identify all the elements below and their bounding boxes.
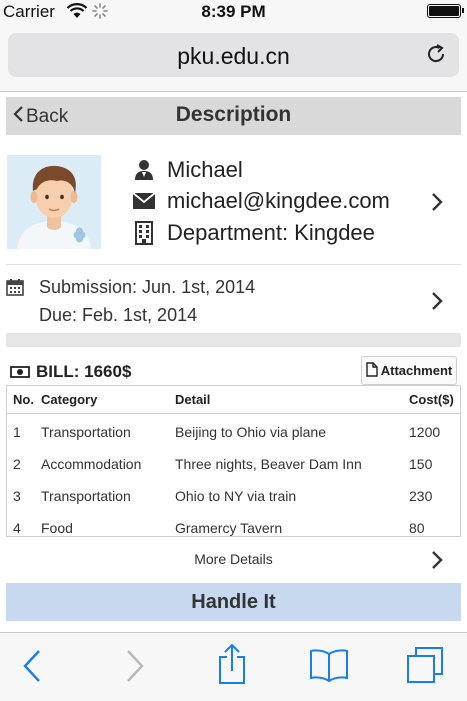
money-icon: [10, 366, 30, 378]
back-arrow-icon[interactable]: [22, 649, 42, 688]
more-details-label: More Details: [194, 551, 273, 567]
chevron-right-icon[interactable]: [431, 291, 443, 316]
table-row[interactable]: 2 Accommodation Three nights, Beaver Dam…: [7, 450, 460, 482]
back-label: Back: [26, 106, 69, 127]
attachment-button[interactable]: Attachment: [361, 356, 457, 385]
attachment-label: Attachment: [380, 363, 453, 378]
back-button[interactable]: Back: [12, 105, 68, 129]
divider: [6, 264, 461, 265]
bill-title: BILL: 1660$: [36, 362, 132, 381]
building-icon: [131, 220, 157, 246]
status-bar: Carrier 8:39 PM: [0, 0, 467, 24]
more-details-row[interactable]: More Details: [0, 546, 467, 574]
calendar-icon: [6, 278, 24, 301]
browser-toolbar: [0, 632, 467, 701]
bill-table: No. Category Detail Cost($) 1 Transporta…: [6, 385, 461, 537]
navigation-bar: Back Description: [6, 97, 461, 135]
browser-address-area: pku.edu.cn: [0, 24, 467, 92]
table-row[interactable]: 1 Transportation Beijing to Ohio via pla…: [7, 418, 460, 450]
column-header: Category: [41, 392, 98, 407]
avatar: [7, 155, 101, 249]
row-category: Accommodation: [41, 456, 142, 472]
row-cost: 150: [409, 456, 433, 472]
battery-icon: [427, 4, 464, 18]
share-icon[interactable]: [217, 643, 247, 690]
row-cost: 1200: [409, 424, 441, 440]
back-chevron-icon: [12, 105, 24, 129]
row-detail: Ohio to NY via train: [175, 488, 297, 504]
mail-icon: [131, 188, 157, 214]
person-department-row: Department: Kingdee: [131, 220, 375, 246]
bill-header: BILL: 1660$: [10, 362, 131, 382]
document-icon: [366, 361, 378, 380]
row-detail: Three nights, Beaver Dam Inn: [175, 456, 362, 472]
row-number: 4: [13, 520, 21, 536]
due-date: Due: Feb. 1st, 2014: [39, 305, 198, 325]
user-icon: [131, 157, 157, 183]
row-category: Food: [41, 520, 73, 536]
row-category: Transportation: [41, 488, 131, 504]
person-email-row: michael@kingdee.com: [131, 188, 390, 214]
column-header: No.: [13, 392, 34, 407]
chevron-right-icon[interactable]: [431, 550, 443, 575]
handle-it-button[interactable]: Handle It: [6, 583, 461, 621]
column-header: Cost($): [409, 392, 454, 407]
table-row[interactable]: 4 Food Gramercy Tavern 80: [7, 514, 460, 536]
dates-row[interactable]: Submission: Jun. 1st, 2014 Due: Feb. 1st…: [0, 268, 467, 332]
row-category: Transportation: [41, 424, 131, 440]
row-cost: 230: [409, 488, 433, 504]
submission-date: Submission: Jun. 1st, 2014: [39, 277, 256, 297]
person-card[interactable]: Michael michael@kingdee.com Department: …: [0, 150, 467, 260]
tabs-icon[interactable]: [406, 646, 444, 689]
column-header: Detail: [175, 392, 211, 407]
chevron-right-icon[interactable]: [431, 192, 443, 217]
bookmarks-icon[interactable]: [309, 648, 349, 687]
address-bar[interactable]: pku.edu.cn: [8, 33, 459, 77]
person-email: michael@kingdee.com: [167, 188, 390, 213]
row-detail: Beijing to Ohio via plane: [175, 424, 326, 440]
forward-arrow-icon[interactable]: [125, 649, 145, 688]
row-number: 2: [13, 456, 21, 472]
table-row[interactable]: 3 Transportation Ohio to NY via train 23…: [7, 482, 460, 514]
clock: 8:39 PM: [201, 2, 266, 21]
row-detail: Gramercy Tavern: [175, 520, 283, 536]
person-department: Department: Kingdee: [167, 220, 375, 245]
url-text: pku.edu.cn: [177, 43, 290, 69]
page-title: Description: [175, 103, 292, 126]
row-cost: 80: [409, 520, 425, 536]
person-name: Michael: [167, 157, 243, 182]
row-number: 1: [13, 424, 21, 440]
section-separator: [6, 333, 461, 347]
row-number: 3: [13, 488, 21, 504]
person-name-row: Michael: [131, 157, 243, 183]
reload-icon[interactable]: [425, 43, 447, 70]
table-header-row: No. Category Detail Cost($): [7, 386, 460, 414]
